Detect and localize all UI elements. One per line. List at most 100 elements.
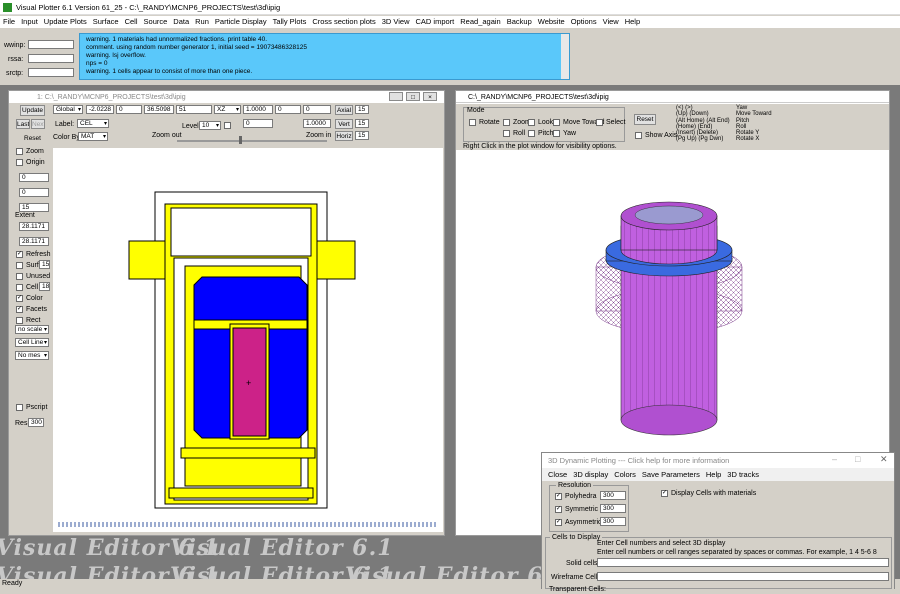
rotate-checkbox[interactable] [469, 119, 476, 126]
menu-item-source[interactable]: Source [141, 16, 171, 27]
update-button[interactable]: Update [20, 105, 45, 116]
surf-checkbox[interactable] [16, 262, 23, 269]
origin-mode-select[interactable]: Global [53, 105, 83, 114]
w2-input[interactable]: 1.0000 [303, 119, 331, 128]
dialog-menu-3d-tracks[interactable]: 3D tracks [724, 469, 762, 480]
menu-item-backup[interactable]: Backup [504, 16, 535, 27]
vert-input[interactable]: 15 [355, 119, 369, 128]
horiz-button[interactable]: Horiz [335, 131, 353, 141]
wireframe-cells-input[interactable] [597, 572, 889, 581]
origin-x-input[interactable]: 0 [19, 173, 49, 182]
srctp-input[interactable] [28, 68, 74, 77]
facets-checkbox[interactable]: ✓ [16, 306, 23, 313]
menu-item-3d-view[interactable]: 3D View [379, 16, 413, 27]
rssa-input[interactable] [28, 54, 74, 63]
wwinp-input[interactable] [28, 40, 74, 49]
last-button[interactable]: Last [16, 119, 30, 129]
extent-v-input[interactable]: 28.1171 [19, 237, 49, 246]
maximize-button[interactable]: □ [406, 92, 420, 101]
cell-input[interactable]: 18 [39, 282, 50, 291]
reset-button[interactable]: Reset [20, 134, 45, 144]
plane-select[interactable]: XZ [214, 105, 241, 114]
polyhedra-input[interactable]: 300 [600, 491, 626, 500]
polyhedra-checkbox[interactable]: ✓ [555, 493, 562, 500]
dialog-maximize-icon[interactable]: □ [855, 455, 860, 464]
x-input[interactable]: -2.0228 [86, 105, 114, 114]
dialog-close-icon[interactable]: ✕ [880, 455, 888, 464]
reset-3d-button[interactable]: Reset [634, 114, 656, 125]
unused-checkbox[interactable] [16, 273, 23, 280]
label-select[interactable]: CEL [77, 119, 109, 128]
message-area[interactable]: warning. 1 materials had unnormalized fr… [79, 33, 570, 80]
dialog-menu-3d-display[interactable]: 3D display [570, 469, 611, 480]
zoom-3d-checkbox[interactable] [503, 119, 510, 126]
rect-checkbox[interactable] [16, 317, 23, 324]
select-checkbox[interactable] [596, 119, 603, 126]
cell-line-select[interactable]: Cell Line [15, 338, 49, 347]
z-input[interactable]: 36.5098 [144, 105, 174, 114]
res-input[interactable]: 300 [28, 418, 44, 427]
roll-checkbox[interactable] [503, 130, 510, 137]
zoom-slider[interactable] [177, 140, 327, 142]
show-axis-checkbox[interactable] [635, 132, 642, 139]
minimize-button[interactable]: _ [389, 92, 403, 101]
menu-item-cross-section-plots[interactable]: Cross section plots [309, 16, 378, 27]
surf-input[interactable]: 15 [39, 260, 50, 269]
v2-input[interactable]: 0 [275, 105, 301, 114]
dialog-menu-close[interactable]: Close [545, 469, 570, 480]
menu-item-view[interactable]: View [600, 16, 622, 27]
level-select[interactable]: 10 [199, 121, 221, 130]
asymmetric-checkbox[interactable]: ✓ [555, 519, 562, 526]
w1-input[interactable]: 0 [243, 119, 273, 128]
message-scrollbar[interactable] [561, 34, 569, 79]
menu-item-update-plots[interactable]: Update Plots [41, 16, 90, 27]
origin-checkbox[interactable] [16, 159, 23, 166]
vert-button[interactable]: Vert [335, 119, 353, 129]
level-checkbox[interactable] [224, 122, 231, 129]
menu-item-read-again[interactable]: Read_again [457, 16, 503, 27]
pitch-checkbox[interactable] [528, 130, 535, 137]
extent-h-input[interactable]: 28.1171 [19, 222, 49, 231]
refresh-checkbox[interactable]: ✓ [16, 251, 23, 258]
dialog-menu-help[interactable]: Help [703, 469, 724, 480]
solid-cells-input[interactable] [597, 558, 889, 567]
menu-item-help[interactable]: Help [622, 16, 643, 27]
origin-y-input[interactable]: 0 [19, 188, 49, 197]
axial-button[interactable]: Axial [335, 105, 353, 115]
pscript-checkbox[interactable] [16, 404, 23, 411]
dialog-menu-colors[interactable]: Colors [611, 469, 639, 480]
menu-item-input[interactable]: Input [18, 16, 41, 27]
look-checkbox[interactable] [528, 119, 535, 126]
horiz-input[interactable]: 15 [355, 131, 369, 140]
color-by-select[interactable]: MAT [78, 132, 108, 141]
menu-item-cell[interactable]: Cell [122, 16, 141, 27]
cell-checkbox[interactable] [16, 284, 23, 291]
scale-select[interactable]: no scale [15, 325, 49, 334]
color-checkbox[interactable]: ✓ [16, 295, 23, 302]
v3-input[interactable]: 0 [303, 105, 331, 114]
asymmetric-input[interactable]: 300 [600, 517, 626, 526]
close-button[interactable]: × [423, 92, 437, 101]
symmetric-input[interactable]: 300 [600, 504, 626, 513]
mesh-select[interactable]: No mes [15, 351, 49, 360]
plot2d-canvas[interactable]: + [53, 148, 443, 532]
axial-input[interactable]: 15 [355, 105, 369, 114]
menu-item-cad-import[interactable]: CAD import [413, 16, 458, 27]
num-input[interactable]: 51 [176, 105, 212, 114]
menu-item-run[interactable]: Run [192, 16, 212, 27]
menu-item-tally-plots[interactable]: Tally Plots [270, 16, 310, 27]
v1-input[interactable]: 1.0000 [243, 105, 273, 114]
menu-item-data[interactable]: Data [170, 16, 192, 27]
symmetric-checkbox[interactable]: ✓ [555, 506, 562, 513]
move-toward-checkbox[interactable] [553, 119, 560, 126]
next-button[interactable]: Next [31, 119, 45, 129]
zoom-checkbox[interactable] [16, 148, 23, 155]
menu-item-file[interactable]: File [0, 16, 18, 27]
yaw-checkbox[interactable] [553, 130, 560, 137]
dialog-menu-save-parameters[interactable]: Save Parameters [639, 469, 703, 480]
zoom-slider-thumb[interactable] [239, 136, 242, 144]
dialog-minimize-icon[interactable]: – [832, 455, 837, 464]
y-input[interactable]: 0 [116, 105, 142, 114]
menu-item-particle-display[interactable]: Particle Display [212, 16, 270, 27]
menu-item-surface[interactable]: Surface [90, 16, 122, 27]
